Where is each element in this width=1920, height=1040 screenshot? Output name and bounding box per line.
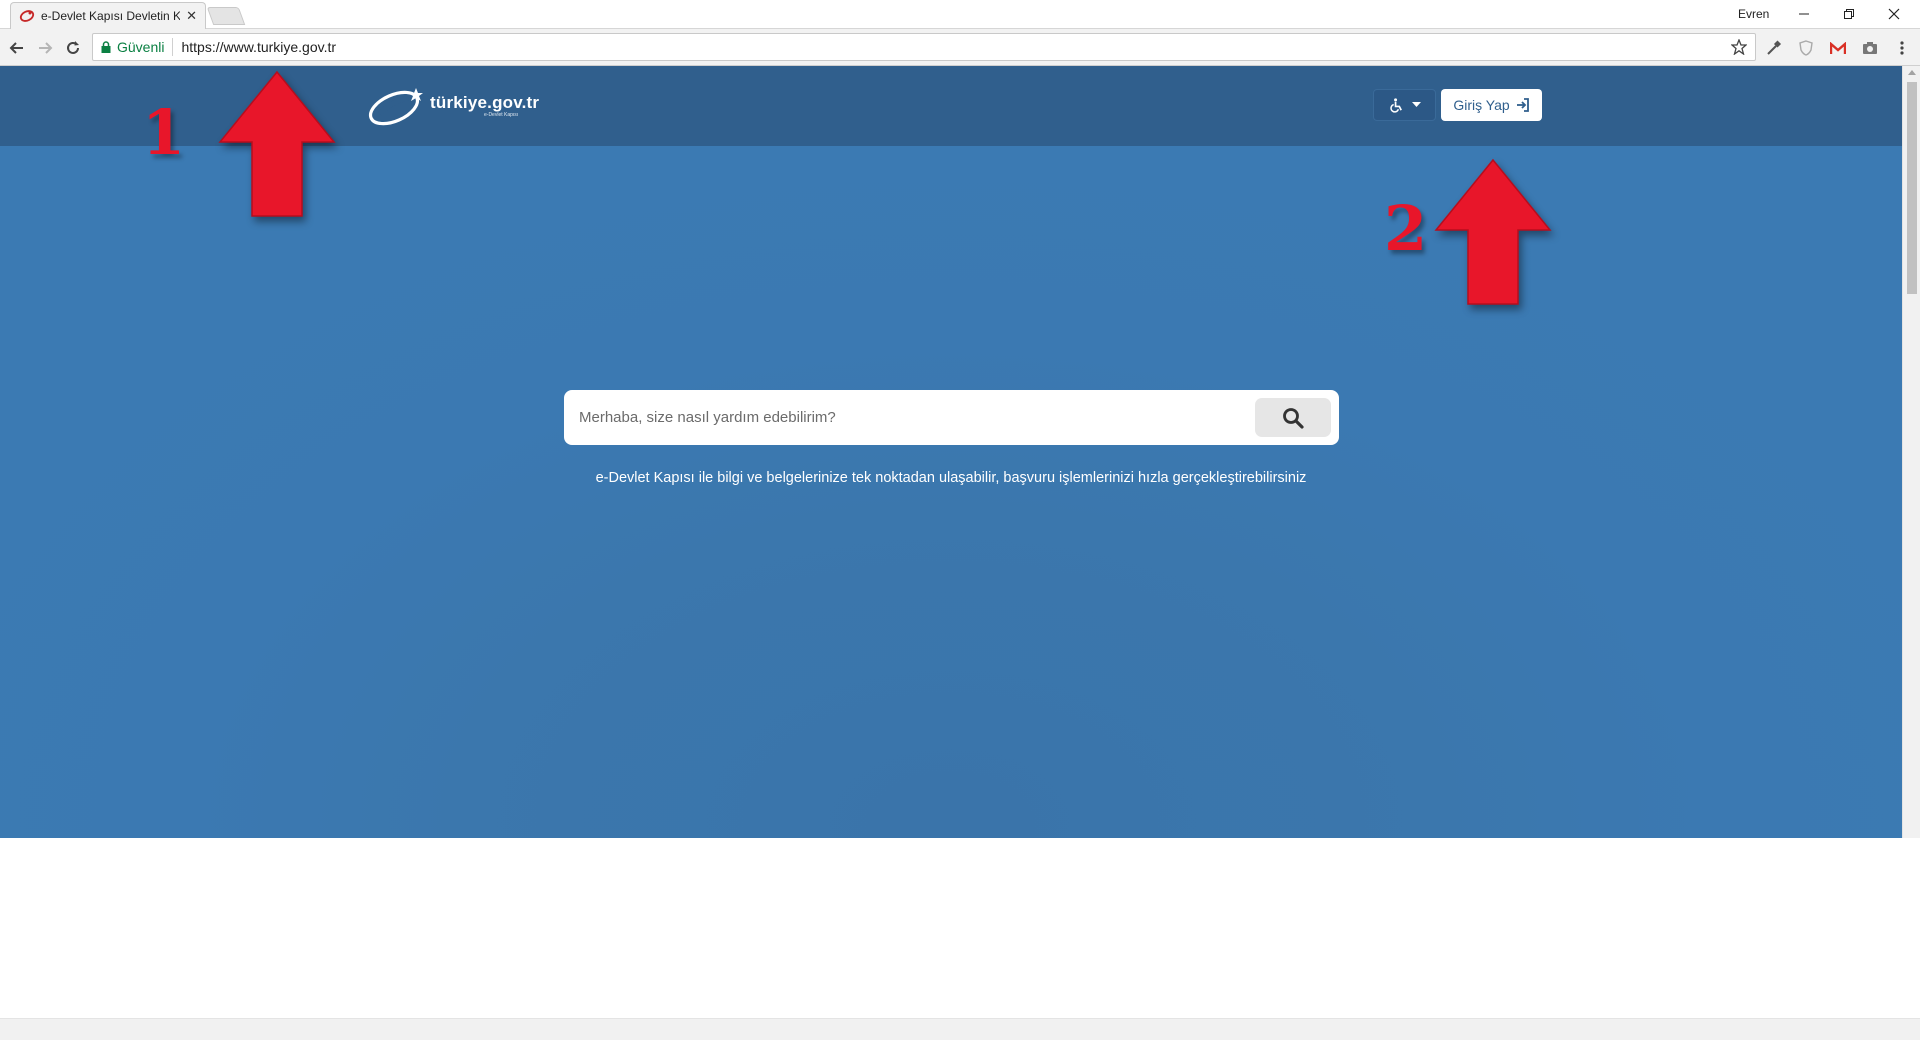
gmail-icon[interactable] — [1827, 37, 1849, 59]
star-icon[interactable] — [1730, 38, 1748, 60]
close-window-icon[interactable] — [1874, 2, 1914, 26]
minimize-icon[interactable] — [1784, 2, 1824, 26]
secure-label: Güvenli — [117, 39, 165, 55]
reload-icon[interactable] — [61, 36, 85, 60]
caret-down-icon — [1411, 102, 1421, 107]
tab-close-icon[interactable]: ✕ — [186, 8, 197, 24]
shield-icon[interactable] — [1795, 37, 1817, 59]
annotation-number-2: 2 — [1384, 192, 1428, 265]
lock-icon — [101, 41, 111, 53]
wheelchair-icon — [1389, 97, 1402, 113]
profile-name[interactable]: Evren — [1738, 7, 1769, 21]
tab-title: e-Devlet Kapısı Devletin Kı — [41, 9, 181, 23]
annotation-arrow-1 — [218, 70, 336, 217]
back-arrow-icon[interactable] — [5, 36, 29, 60]
browser-tab[interactable]: e-Devlet Kapısı Devletin Kı ✕ — [10, 2, 206, 29]
menu-icon[interactable] — [1891, 37, 1913, 59]
login-button[interactable]: Giriş Yap — [1441, 89, 1542, 121]
logo-text: türkiye.gov.tr — [430, 93, 540, 112]
address-bar[interactable]: Güvenli https://www.turkiye.gov.tr — [92, 33, 1756, 61]
url-text[interactable]: https://www.turkiye.gov.tr — [181, 39, 336, 55]
camera-icon[interactable] — [1859, 37, 1881, 59]
page-scrollbar[interactable] — [1902, 66, 1920, 838]
annotation-number-1: 1 — [142, 96, 186, 169]
new-tab-button[interactable] — [206, 7, 246, 25]
browser-toolbar: Güvenli https://www.turkiye.gov.tr — [0, 29, 1920, 66]
site-logo[interactable]: türkiye.gov.tr e-Devlet Kapısı — [366, 82, 539, 130]
e-devlet-logo-icon — [368, 88, 423, 126]
scrollbar-thumb[interactable] — [1907, 82, 1917, 294]
search-button[interactable] — [1255, 398, 1331, 437]
bottom-strip — [0, 1018, 1920, 1040]
search-icon — [1283, 407, 1304, 429]
annotation-arrow-2 — [1434, 158, 1552, 305]
restore-icon[interactable] — [1829, 2, 1869, 26]
login-icon — [1516, 98, 1529, 112]
secure-indicator[interactable]: Güvenli — [101, 38, 174, 56]
forward-arrow-icon[interactable] — [33, 36, 57, 60]
search-input[interactable] — [564, 397, 1255, 438]
login-label: Giriş Yap — [1453, 97, 1510, 113]
search-box — [564, 390, 1339, 445]
browser-titlebar: e-Devlet Kapısı Devletin Kı ✕ Evren — [0, 0, 1920, 29]
accessibility-button[interactable] — [1373, 89, 1436, 121]
e-devlet-favicon — [19, 8, 35, 24]
logo-subtitle: e-Devlet Kapısı — [484, 112, 519, 118]
tagline-text: e-Devlet Kapısı ile bilgi ve belgelerini… — [595, 470, 1307, 486]
eyedropper-icon[interactable] — [1763, 37, 1785, 59]
scroll-up-icon[interactable] — [1908, 70, 1916, 75]
